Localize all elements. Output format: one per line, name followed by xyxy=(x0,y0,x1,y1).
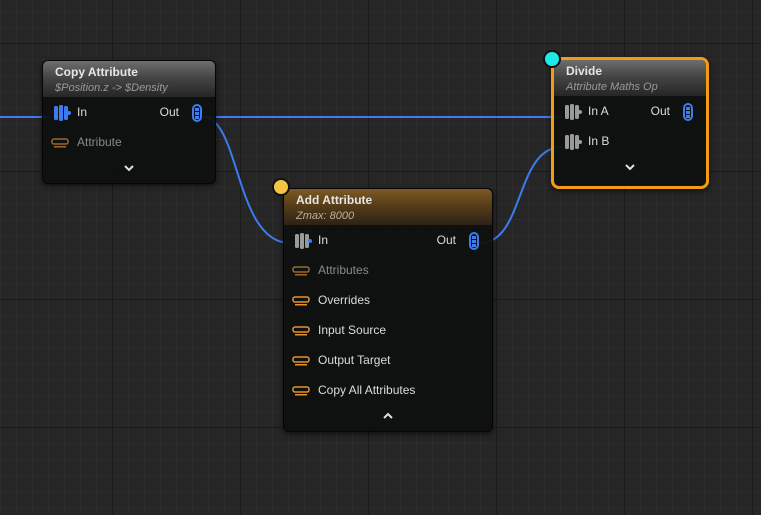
chevron-down-icon xyxy=(124,165,134,172)
param-pin-icon[interactable] xyxy=(292,265,310,276)
pin-label-overrides: Overrides xyxy=(318,293,371,307)
pin-label-attribute: Attribute xyxy=(77,135,122,149)
pin-row-input-source: Input Source xyxy=(284,315,492,345)
pin-row-in-a: In A Out xyxy=(554,96,706,126)
pin-row-in: In Out xyxy=(284,225,492,255)
expand-toggle[interactable] xyxy=(43,157,215,179)
pin-row-attributes: Attributes xyxy=(284,255,492,285)
data-pin-icon[interactable] xyxy=(53,104,71,125)
data-pin-icon[interactable] xyxy=(294,232,312,253)
data-pin-icon[interactable] xyxy=(564,133,582,154)
copy-attribute-header[interactable]: Copy Attribute $Position.z -> $Density xyxy=(43,61,215,97)
expand-toggle[interactable] xyxy=(554,156,706,178)
node-subtitle: $Position.z -> $Density xyxy=(55,82,168,94)
divide-status-dot xyxy=(543,50,561,68)
add-attribute-node[interactable]: Add Attribute Zmax: 8000 In Out Attribut… xyxy=(283,188,493,432)
pin-label-input-source: Input Source xyxy=(318,323,387,337)
data-pin-icon[interactable] xyxy=(468,232,480,253)
pin-label-out: Out xyxy=(650,104,670,118)
node-subtitle: Zmax: 8000 xyxy=(296,210,355,222)
node-title: Copy Attribute xyxy=(55,65,138,79)
data-pin-icon[interactable] xyxy=(682,103,694,124)
node-title: Add Attribute xyxy=(296,193,373,207)
add-attribute-header[interactable]: Add Attribute Zmax: 8000 xyxy=(284,189,492,225)
collapse-toggle[interactable] xyxy=(284,405,492,427)
data-pin-icon[interactable] xyxy=(564,103,582,124)
pin-label-out: Out xyxy=(159,105,179,119)
chevron-up-icon xyxy=(383,412,393,419)
param-pin-icon[interactable] xyxy=(51,137,69,148)
pin-row-in: In Out xyxy=(43,97,215,127)
pin-label-attributes: Attributes xyxy=(318,263,369,277)
pin-label-in-a: In A xyxy=(588,104,609,118)
pin-label-output-target: Output Target xyxy=(318,353,391,367)
pin-row-output-target: Output Target xyxy=(284,345,492,375)
param-pin-icon[interactable] xyxy=(292,355,310,366)
add-attribute-status-dot xyxy=(272,178,290,196)
pin-row-attribute: Attribute xyxy=(43,127,215,157)
pin-row-overrides: Overrides xyxy=(284,285,492,315)
pin-label-in: In xyxy=(318,233,329,247)
pin-label-out: Out xyxy=(436,233,456,247)
pin-row-in-b: In B xyxy=(554,126,706,156)
param-pin-icon[interactable] xyxy=(292,295,310,306)
divide-node[interactable]: Divide Attribute Maths Op In A Out In B xyxy=(551,57,709,189)
param-pin-icon[interactable] xyxy=(292,325,310,336)
node-title: Divide xyxy=(566,64,603,78)
chevron-down-icon xyxy=(625,164,635,171)
divide-header[interactable]: Divide Attribute Maths Op xyxy=(554,60,706,96)
copy-attribute-node[interactable]: Copy Attribute $Position.z -> $Density I… xyxy=(42,60,216,184)
pin-row-copy-all-attributes: Copy All Attributes xyxy=(284,375,492,405)
node-subtitle: Attribute Maths Op xyxy=(566,81,658,93)
param-pin-icon[interactable] xyxy=(292,385,310,396)
pin-label-copy-all-attributes: Copy All Attributes xyxy=(318,383,416,397)
pin-label-in: In xyxy=(77,105,88,119)
data-pin-icon[interactable] xyxy=(191,104,203,125)
pin-label-in-b: In B xyxy=(588,134,610,148)
